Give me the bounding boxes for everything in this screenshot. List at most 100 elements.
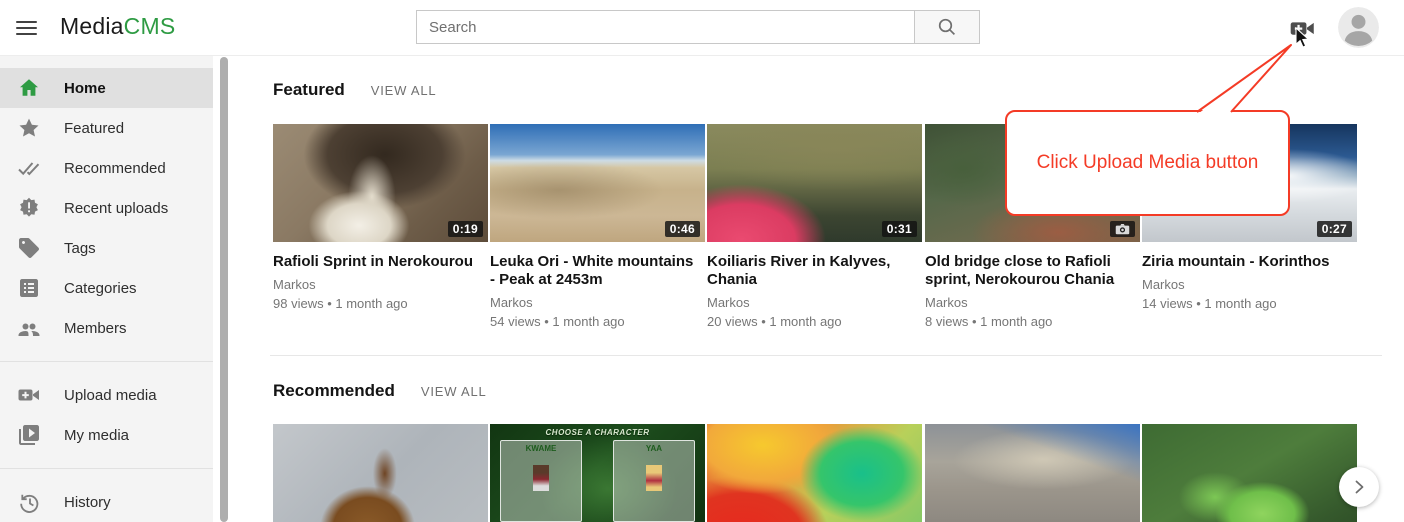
video-card [273, 424, 488, 522]
sidebar-item-my-media[interactable]: My media [0, 415, 213, 455]
duration-badge: 0:19 [448, 221, 483, 237]
search-bar [416, 10, 980, 44]
video-thumbnail[interactable] [925, 124, 1140, 242]
video-thumbnail[interactable]: 0:46 [490, 124, 705, 242]
video-author[interactable]: Markos [490, 295, 705, 310]
video-card [1142, 424, 1357, 522]
game-character-panel: YAA Select [613, 440, 695, 522]
chevron-right-icon [1349, 477, 1369, 497]
video-card: 0:19 Rafioli Sprint in Nerokourou Markos… [273, 124, 488, 311]
sidebar-item-label: Upload media [64, 387, 157, 404]
carousel-next-button[interactable] [1339, 467, 1379, 507]
sidebar-item-recent-uploads[interactable]: Recent uploads [0, 188, 213, 228]
mediacms-page: MediaCMS Home Featured Recommended [0, 0, 1404, 522]
game-character-name: KWAME [501, 444, 581, 453]
duration-badge: 0:46 [665, 221, 700, 237]
video-author[interactable]: Markos [925, 295, 1140, 310]
sidebar-item-history[interactable]: History [0, 482, 213, 522]
sidebar-divider [0, 361, 213, 362]
video-thumbnail[interactable]: 0:27 [1142, 124, 1357, 242]
search-input[interactable] [416, 10, 914, 44]
categories-icon [17, 276, 41, 300]
tag-icon [17, 236, 41, 260]
video-author[interactable]: Markos [273, 277, 488, 292]
history-icon [17, 490, 41, 514]
star-icon [17, 116, 41, 140]
video-meta: 20 views • 1 month ago [707, 314, 922, 329]
video-title[interactable]: Rafioli Sprint in Nerokourou [273, 253, 485, 271]
search-button[interactable] [914, 10, 980, 44]
video-card: CHOOSE A CHARACTER KWAME Selected YAA Se… [490, 424, 705, 522]
camera-photo-icon [1110, 221, 1135, 237]
video-meta: 98 views • 1 month ago [273, 296, 488, 311]
sidebar-item-recommended[interactable]: Recommended [0, 148, 213, 188]
video-thumbnail[interactable] [273, 424, 488, 522]
video-card: 0:27 Ziria mountain - Korinthos Markos 1… [1142, 124, 1357, 311]
video-card: Old bridge close to Rafioli sprint, Nero… [925, 124, 1140, 329]
double-check-icon [17, 156, 41, 180]
video-card [707, 424, 922, 522]
section-divider [270, 355, 1382, 356]
members-icon [17, 316, 41, 340]
sidebar-item-members[interactable]: Members [0, 308, 213, 348]
view-all-link[interactable]: VIEW ALL [421, 384, 487, 399]
video-meta: 8 views • 1 month ago [925, 314, 1140, 329]
sidebar-item-label: History [64, 494, 111, 511]
sidebar-item-label: My media [64, 427, 129, 444]
featured-section-header: Featured VIEW ALL [273, 80, 436, 100]
video-thumbnail[interactable] [1142, 424, 1357, 522]
video-thumbnail[interactable] [925, 424, 1140, 522]
sidebar-item-label: Categories [64, 280, 137, 297]
sidebar-item-featured[interactable]: Featured [0, 108, 213, 148]
user-avatar[interactable] [1338, 7, 1379, 48]
logo-media-text: Media [60, 13, 124, 39]
video-title[interactable]: Ziria mountain - Korinthos [1142, 253, 1354, 271]
video-meta: 14 views • 1 month ago [1142, 296, 1357, 311]
game-character-panel: KWAME Selected [500, 440, 582, 522]
menu-icon[interactable] [16, 17, 38, 39]
sidebar-divider [0, 468, 213, 469]
game-character-sprite [533, 465, 549, 491]
game-character-name: YAA [614, 444, 694, 453]
video-card [925, 424, 1140, 522]
sidebar-item-label: Featured [64, 120, 124, 137]
video-author[interactable]: Markos [1142, 277, 1357, 292]
sidebar-item-categories[interactable]: Categories [0, 268, 213, 308]
logo-cms-text: CMS [124, 13, 176, 39]
video-thumbnail[interactable] [707, 424, 922, 522]
video-title[interactable]: Leuka Ori - White mountains - Peak at 24… [490, 253, 702, 289]
view-all-link[interactable]: VIEW ALL [371, 83, 437, 98]
sidebar-item-label: Tags [64, 240, 96, 257]
duration-badge: 0:31 [882, 221, 917, 237]
game-character-sprite [646, 465, 662, 491]
sidebar-item-label: Recent uploads [64, 200, 168, 217]
video-thumbnail[interactable]: CHOOSE A CHARACTER KWAME Selected YAA Se… [490, 424, 705, 522]
game-heading-text: CHOOSE A CHARACTER [490, 428, 705, 437]
sidebar-scrollbar[interactable] [220, 57, 228, 522]
home-icon [17, 76, 41, 100]
sidebar-item-upload-media[interactable]: Upload media [0, 375, 213, 415]
sidebar: Home Featured Recommended Recent uploads… [0, 56, 213, 522]
video-author[interactable]: Markos [707, 295, 922, 310]
video-card: 0:31 Koiliaris River in Kalyves, Chania … [707, 124, 922, 329]
my-media-icon [17, 423, 41, 447]
sidebar-scrollbar-track [219, 56, 229, 522]
video-thumbnail[interactable]: 0:31 [707, 124, 922, 242]
video-title[interactable]: Old bridge close to Rafioli sprint, Nero… [925, 253, 1137, 289]
video-thumbnail[interactable]: 0:19 [273, 124, 488, 242]
section-title: Featured [273, 80, 345, 100]
upload-media-icon[interactable] [1289, 15, 1316, 42]
sidebar-item-label: Recommended [64, 160, 166, 177]
sidebar-item-label: Members [64, 320, 127, 337]
new-releases-icon [17, 196, 41, 220]
app-logo[interactable]: MediaCMS [60, 13, 175, 40]
sidebar-item-tags[interactable]: Tags [0, 228, 213, 268]
sidebar-item-label: Home [64, 80, 106, 97]
upload-media-icon [17, 383, 41, 407]
sidebar-item-home[interactable]: Home [0, 68, 213, 108]
video-title[interactable]: Koiliaris River in Kalyves, Chania [707, 253, 919, 289]
section-title: Recommended [273, 381, 395, 401]
video-meta: 54 views • 1 month ago [490, 314, 705, 329]
duration-badge: 0:27 [1317, 221, 1352, 237]
top-bar: MediaCMS [0, 0, 1404, 56]
